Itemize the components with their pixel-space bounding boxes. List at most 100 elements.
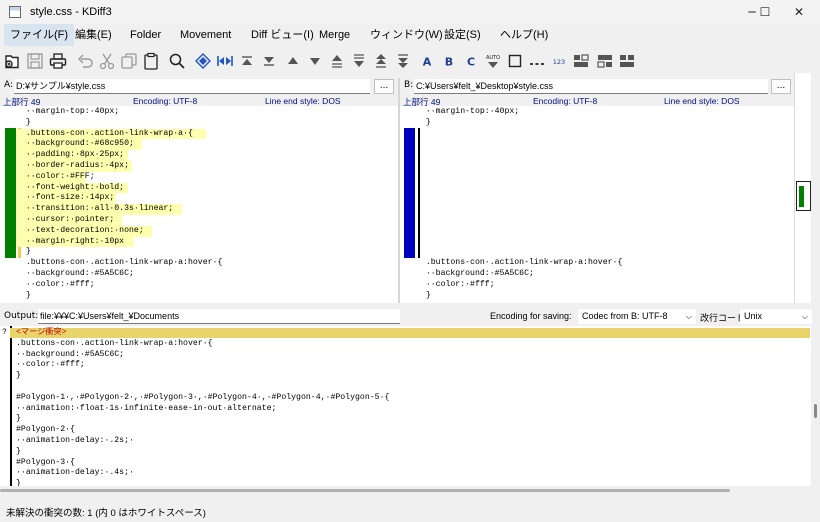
menu-settings[interactable]: 設定(S) <box>438 24 487 46</box>
pane-a-header: A: D:¥サンプル¥style.css ... <box>0 78 398 96</box>
pane-b-diff-indicator <box>418 128 420 258</box>
overview-viewport <box>796 181 811 211</box>
code-line: ··color:·#FFF; <box>16 171 95 183</box>
pane-b-browse-button[interactable]: ... <box>771 79 791 94</box>
pane-b-header: B: C:¥Users¥felt_¥Desktop¥style.css ... <box>400 78 794 96</box>
code-line: ··padding:·8px·25px; <box>16 150 128 161</box>
output-horizontal-scrollbar[interactable] <box>0 486 811 496</box>
print-icon[interactable] <box>48 51 68 71</box>
eol-select[interactable]: Unix ⌵ <box>740 309 812 324</box>
go-prev-delta-icon[interactable] <box>283 51 303 71</box>
cut-icon[interactable] <box>97 51 117 71</box>
code-line: } <box>16 371 21 381</box>
svg-text:123: 123 <box>553 58 565 66</box>
title-bar: style.css - KDiff3 ─ ☐ ✕ <box>0 0 820 24</box>
go-prev-unsolved-icon[interactable] <box>371 51 391 71</box>
show-whitespace-icon[interactable] <box>505 51 525 71</box>
select-a-icon[interactable]: A <box>417 51 437 71</box>
pane-a-path[interactable]: D:¥サンプル¥style.css <box>14 79 370 94</box>
output-label: Output: <box>4 311 39 321</box>
output-cursor-bar <box>10 326 12 486</box>
conflict-marker: ? <box>2 328 7 337</box>
menu-bar: ファイル(F) 編集(E) Folder Movement Diff ビュー(I… <box>0 24 820 46</box>
pane-b-path[interactable]: C:¥Users¥felt_¥Desktop¥style.css <box>414 79 768 94</box>
close-button[interactable]: ✕ <box>776 0 820 24</box>
window-a-icon[interactable] <box>595 51 615 71</box>
diff-overview-strip[interactable] <box>794 73 811 303</box>
status-text: 未解決の衝突の数: 1 (内 0 はホワイトスペース) <box>6 508 206 519</box>
pane-b-editor[interactable]: ··margin-top:·40px; } .buttons-con·.acti… <box>400 106 794 303</box>
menu-folder[interactable]: Folder <box>124 24 167 46</box>
menu-file[interactable]: ファイル(F) <box>4 24 75 46</box>
svg-text:AUTO: AUTO <box>486 55 500 61</box>
menu-diff-view[interactable]: Diff ビュー(I) <box>245 24 320 46</box>
encoding-select[interactable]: Codec from B: UTF-8 ⌵ <box>578 309 696 324</box>
window-title: style.css - KDiff3 <box>30 6 112 18</box>
conflict-line[interactable] <box>10 328 810 338</box>
go-bottom-icon[interactable] <box>259 51 279 71</box>
code-line: ··margin-right:·10px <box>16 236 134 248</box>
select-c-icon[interactable]: C <box>461 51 481 71</box>
code-line: } <box>16 446 21 456</box>
code-line: ··margin-top:·40px; <box>416 107 520 116</box>
pane-a-editor[interactable]: ··margin-top:·40px; } .buttons-con·.acti… <box>0 106 398 303</box>
pane-b-line-end: Line end style: DOS <box>664 96 740 106</box>
open-icon[interactable] <box>2 51 22 71</box>
output-path[interactable]: file:¥¥¥C:¥Users¥felt_¥Documents <box>38 309 400 324</box>
menu-movement[interactable]: Movement <box>174 24 237 46</box>
auto-advance-icon[interactable]: AUTO <box>483 51 503 71</box>
code-line: ··animation:·float·1s·infinite·ease-in-o… <box>16 403 277 413</box>
pane-b-diff-marker <box>404 128 415 258</box>
go-conflict-icon[interactable] <box>215 51 235 71</box>
encoding-select-value: Codec from B: UTF-8 <box>582 311 668 321</box>
show-whitespace-chars-icon[interactable] <box>527 51 547 71</box>
copy-icon[interactable] <box>119 51 139 71</box>
conflict-text: <マージ衝突> <box>16 328 67 337</box>
svg-text:A: A <box>423 56 432 69</box>
save-icon[interactable] <box>25 51 45 71</box>
code-line: ··animation-delay:·.2s;· <box>16 436 134 445</box>
go-next-delta-icon[interactable] <box>305 51 325 71</box>
output-vertical-scrollbar[interactable] <box>811 326 820 486</box>
pane-a-browse-button[interactable]: ... <box>374 79 394 94</box>
code-line: .buttons-con·.action-link-wrap·a·{ <box>16 128 206 140</box>
go-top-icon[interactable] <box>237 51 257 71</box>
code-line: } <box>16 290 31 300</box>
code-line: ··background:·#68c950; <box>16 139 142 151</box>
go-next-unsolved-icon[interactable] <box>393 51 413 71</box>
overview-change-marker <box>799 186 804 207</box>
eol-select-value: Unix <box>744 311 763 321</box>
go-next-conflict-icon[interactable] <box>349 51 369 71</box>
menu-help[interactable]: ヘルプ(H) <box>494 24 554 46</box>
scrollbar-thumb[interactable] <box>0 489 730 492</box>
paste-icon[interactable] <box>141 51 161 71</box>
code-line: ··background:·#5A5C6C; <box>416 269 534 278</box>
pane-a-label: A: <box>4 80 14 90</box>
code-line: #Polygon-3·{ <box>16 457 75 467</box>
code-line: ··animation-delay:·.4s;· <box>16 468 134 478</box>
code-line: .buttons-con·.action-link-wrap·a:hover·{ <box>416 258 623 268</box>
pane-b-encoding: Encoding: UTF-8 <box>533 96 598 106</box>
code-line: ··color:·#fff; <box>16 360 85 370</box>
go-prev-conflict-icon[interactable] <box>327 51 347 71</box>
code-line: ··color:·#fff; <box>416 279 495 289</box>
split-view-icon[interactable] <box>571 51 591 71</box>
output-editor[interactable]: ? <マージ衝突> .buttons-con·.action-link-wrap… <box>0 326 811 486</box>
code-line: ··margin-top:·40px; <box>16 107 120 116</box>
line-numbers-icon[interactable]: 123 <box>549 51 569 71</box>
code-line: } <box>16 479 21 486</box>
go-current-icon[interactable] <box>193 51 213 71</box>
select-b-icon[interactable]: B <box>439 51 459 71</box>
menu-window[interactable]: ウィンドウ(W) <box>364 24 449 46</box>
menu-merge[interactable]: Merge <box>313 24 356 46</box>
code-line: } <box>416 290 431 300</box>
code-line: ··color:·#fff; <box>16 279 95 289</box>
scrollbar-thumb[interactable] <box>814 404 817 418</box>
menu-edit[interactable]: 編集(E) <box>69 24 118 46</box>
undo-icon[interactable] <box>75 51 95 71</box>
code-line: ··text-decoration:·none; <box>16 225 152 237</box>
search-icon[interactable] <box>167 51 187 71</box>
pane-a-line-end: Line end style: DOS <box>265 96 341 106</box>
code-line: #Polygon-2·{ <box>16 425 75 435</box>
window-b-icon[interactable] <box>617 51 637 71</box>
